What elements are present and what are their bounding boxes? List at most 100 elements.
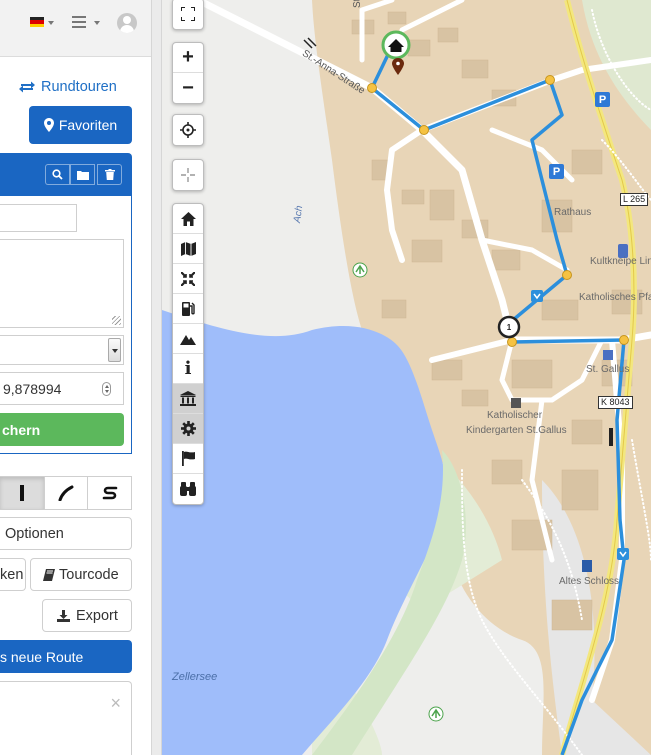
compress-layer-button[interactable]	[173, 264, 203, 294]
coordinate-input[interactable]: 9,878994	[0, 372, 124, 405]
place-label-kindergarten-2: Kindergarten St.Gallus	[466, 425, 567, 436]
direction-marker	[531, 290, 543, 302]
roundtrip-arrows-icon	[19, 81, 35, 93]
info-icon: i	[184, 358, 192, 379]
place-label-pfarramt: Katholisches Pfa	[579, 292, 651, 303]
chevron-down-icon[interactable]	[108, 338, 121, 362]
center-crosshair-icon	[181, 168, 195, 182]
folder-icon	[76, 170, 89, 180]
road-ref-l265: L 265	[620, 193, 649, 206]
s-curve-mode-button[interactable]	[87, 477, 131, 509]
locate-button[interactable]	[173, 115, 203, 145]
binoculars-layer-button[interactable]	[173, 474, 203, 504]
compress-icon	[181, 271, 195, 286]
place-label-rathaus: Rathaus	[554, 207, 592, 218]
map-layer-button[interactable]	[173, 234, 203, 264]
resize-handle[interactable]	[112, 316, 121, 325]
german-flag-icon[interactable]	[30, 17, 44, 27]
close-icon[interactable]: ×	[110, 694, 121, 712]
curve-mode-button[interactable]	[43, 477, 88, 509]
home-icon	[180, 211, 196, 226]
fullscreen-control	[172, 0, 204, 30]
mountain-layer-button[interactable]	[173, 324, 203, 354]
place-label-st-gallus: St. Gallus	[586, 364, 630, 375]
straight-line-mode-button[interactable]	[0, 477, 44, 509]
panel-resize-divider[interactable]	[151, 0, 162, 755]
open-folder-button[interactable]	[70, 164, 95, 185]
plus-icon: +	[182, 46, 194, 68]
zoom-out-button[interactable]: −	[173, 73, 203, 103]
fuel-icon	[181, 302, 195, 316]
route-barrier	[609, 428, 613, 446]
info-layer-button[interactable]: i	[173, 354, 203, 384]
chevron-down-icon[interactable]	[48, 21, 54, 25]
partial-button-label: ken	[0, 566, 24, 583]
waypoint-number[interactable]: 1	[505, 322, 513, 332]
user-avatar-icon[interactable]	[117, 13, 137, 33]
delete-button[interactable]	[97, 164, 122, 185]
gear-icon	[180, 421, 196, 436]
zoom-in-button[interactable]: +	[173, 43, 203, 73]
roundtrips-link[interactable]: Rundtouren	[18, 77, 117, 97]
search-icon	[52, 169, 63, 180]
crosshair-icon	[180, 122, 196, 138]
locate-control	[172, 114, 204, 146]
center-control	[172, 159, 204, 191]
favorites-label: Favoriten	[58, 117, 118, 133]
parking-icon: P	[549, 164, 564, 179]
home-layer-button[interactable]	[173, 204, 203, 234]
export-button[interactable]: Export	[42, 599, 132, 632]
direction-marker	[617, 548, 629, 560]
search-button[interactable]	[45, 164, 70, 185]
railway-marks	[303, 37, 317, 49]
street-label: Straße	[352, 0, 363, 8]
map-canvas[interactable]	[162, 0, 651, 755]
stepper-icon[interactable]	[102, 382, 111, 396]
hamburger-menu-icon[interactable]	[72, 16, 86, 31]
zoom-control: + −	[172, 42, 204, 104]
route-name-input[interactable]	[0, 204, 77, 232]
s-curve-icon	[102, 486, 117, 500]
new-route-label: s neue Route	[0, 648, 84, 665]
route-type-select[interactable]	[0, 335, 124, 365]
route-panel-body: 9,878994 chern	[0, 196, 132, 454]
place-label-altes-schloss: Altes Schloss	[559, 576, 620, 587]
straight-line-icon	[19, 485, 24, 501]
alert-box: ×	[0, 681, 132, 755]
layer-control: i	[172, 203, 204, 505]
route-planner-panel: Rundtouren Favoriten 9,878994 chern Opti…	[0, 0, 151, 755]
book-icon	[43, 568, 55, 581]
map-view[interactable]: P P 1 St.-Anna-Straße Straße Ach Rathaus…	[162, 0, 651, 755]
fuel-layer-button[interactable]	[173, 294, 203, 324]
map-icon	[180, 241, 196, 256]
place-label-kindergarten-1: Katholischer	[487, 410, 543, 421]
partial-button[interactable]: ken	[0, 558, 26, 591]
map-marker-icon	[43, 118, 54, 132]
route-panel-header	[0, 153, 132, 196]
options-button[interactable]: Optionen	[0, 517, 132, 550]
center-button[interactable]	[173, 160, 203, 190]
flag-icon	[181, 451, 195, 466]
lake-zellersee	[162, 310, 447, 755]
new-route-button[interactable]: s neue Route	[0, 640, 132, 673]
tourcode-button[interactable]: Tourcode	[30, 558, 132, 591]
download-icon	[57, 609, 70, 622]
roundtrips-label: Rundtouren	[41, 79, 117, 95]
settings-layer-button[interactable]	[173, 414, 203, 444]
flag-layer-button[interactable]	[173, 444, 203, 474]
parking-icon: P	[595, 92, 610, 107]
museum-icon	[180, 391, 196, 406]
tourcode-label: Tourcode	[59, 566, 119, 583]
route-description-textarea[interactable]	[0, 239, 124, 328]
binoculars-icon	[180, 482, 196, 496]
museum-layer-button[interactable]	[173, 384, 203, 414]
church-icon	[603, 350, 613, 360]
top-bar	[0, 0, 151, 57]
school-icon	[511, 398, 521, 408]
save-button[interactable]: chern	[0, 413, 124, 446]
drawing-mode-toggle	[0, 476, 132, 510]
fullscreen-button[interactable]	[173, 0, 203, 29]
export-label: Export	[76, 607, 118, 624]
chevron-down-icon[interactable]	[94, 21, 100, 25]
favorites-button[interactable]: Favoriten	[29, 106, 132, 144]
